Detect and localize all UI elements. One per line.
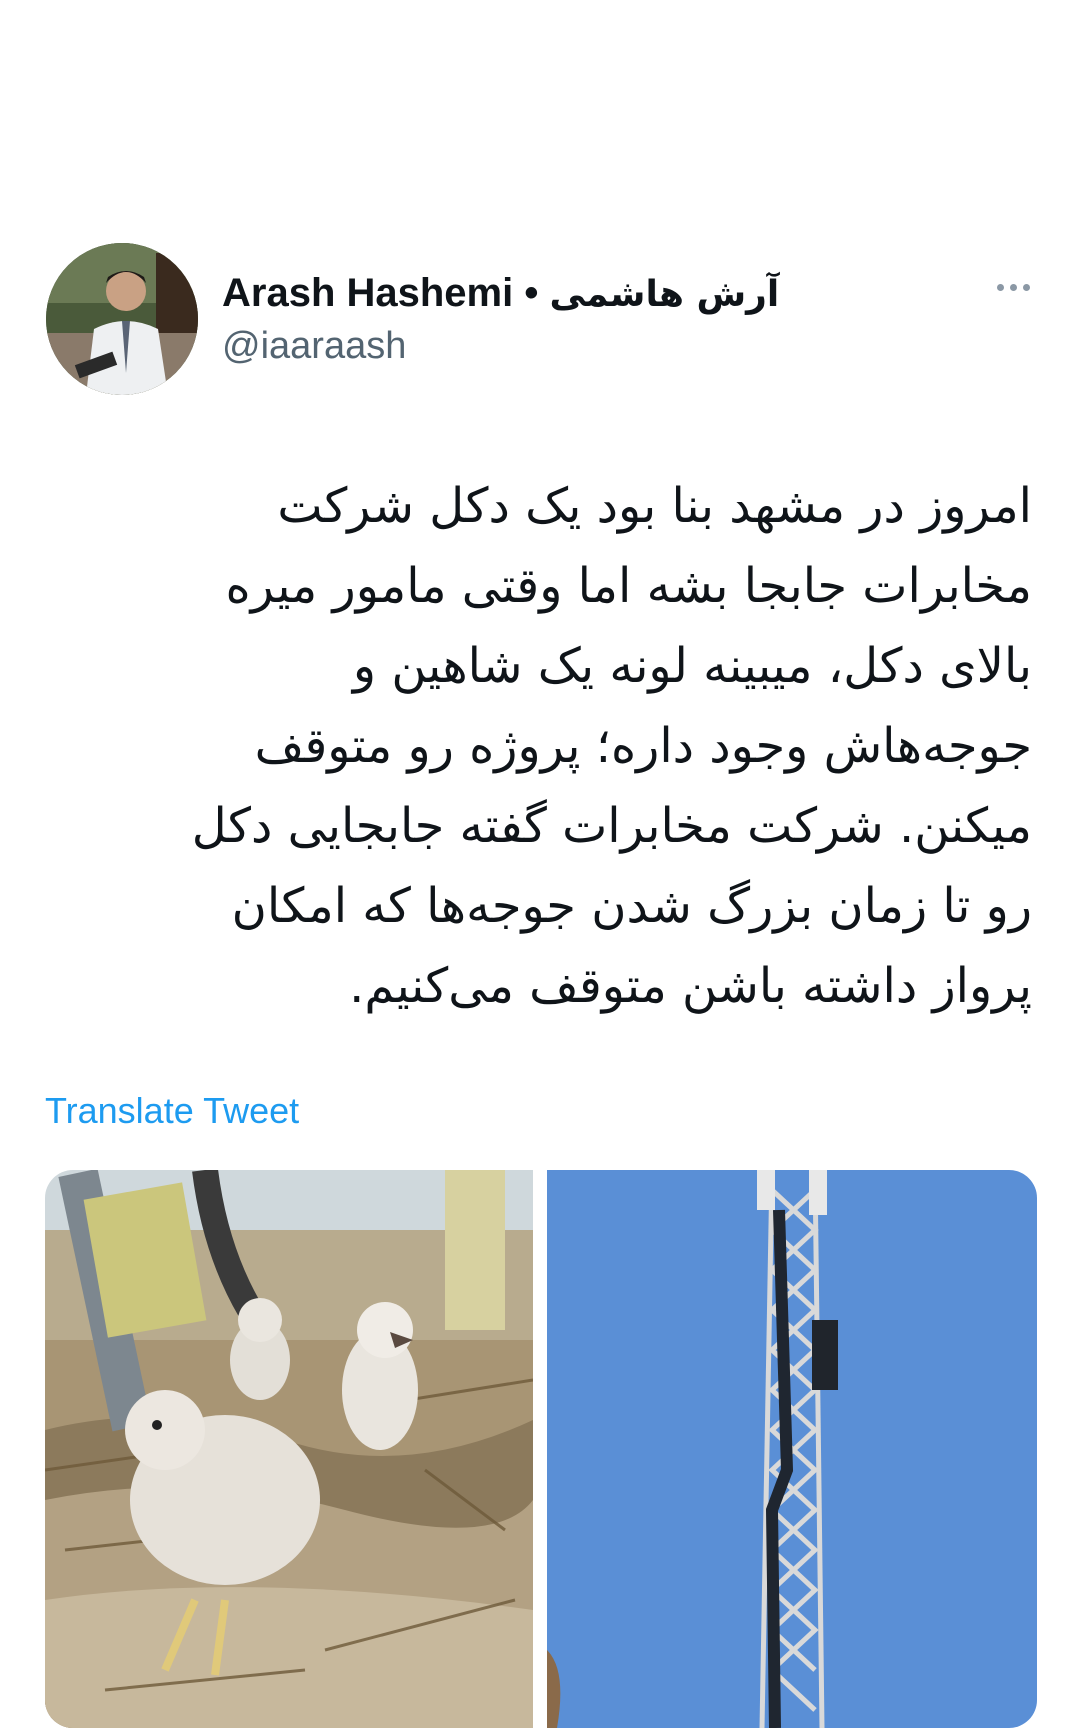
display-name-fa: آرش هاشمی bbox=[549, 274, 780, 315]
display-name[interactable]: Arash Hashemi • آرش هاشمی bbox=[222, 268, 779, 318]
tweet-line: میکنن. شرکت مخابرات گفته جابجایی دکل bbox=[191, 798, 1032, 854]
name-separator: • bbox=[524, 271, 539, 315]
more-options-icon[interactable] bbox=[990, 272, 1036, 302]
falcon-chicks-image bbox=[45, 1170, 533, 1728]
tweet-line: رو تا زمان بزرگ شدن جوجه‌ها که امکان bbox=[231, 878, 1032, 934]
tweet-text: امروز در مشهد بنا بود یک دکل شرکت مخابرا… bbox=[60, 466, 1032, 1026]
more-dot bbox=[996, 283, 1004, 291]
avatar[interactable] bbox=[46, 243, 198, 395]
more-dot bbox=[1009, 283, 1017, 291]
tweet-line: بالای دکل، میبینه لونه یک شاهین و bbox=[352, 638, 1032, 694]
tweet-line: مخابرات جابجا بشه اما وقتی مامور میره bbox=[225, 558, 1032, 614]
more-dot bbox=[1022, 283, 1030, 291]
tweet-photo-telecom-tower[interactable] bbox=[547, 1170, 1037, 1728]
avatar-photo bbox=[46, 243, 198, 395]
tweet-line: امروز در مشهد بنا بود یک دکل شرکت bbox=[277, 478, 1032, 534]
telecom-tower-image bbox=[547, 1170, 1037, 1728]
tweet-line: پرواز داشته باشن متوقف می‌کنیم. bbox=[349, 958, 1032, 1014]
tweet-line: جوجه‌هاش وجود داره؛ پروژه رو متوقف bbox=[254, 718, 1032, 774]
user-handle[interactable]: @iaaraash bbox=[222, 325, 406, 368]
translate-tweet-link[interactable]: Translate Tweet bbox=[45, 1090, 299, 1132]
display-name-en: Arash Hashemi bbox=[222, 271, 514, 315]
tweet-photo-falcon-chicks[interactable] bbox=[45, 1170, 533, 1728]
